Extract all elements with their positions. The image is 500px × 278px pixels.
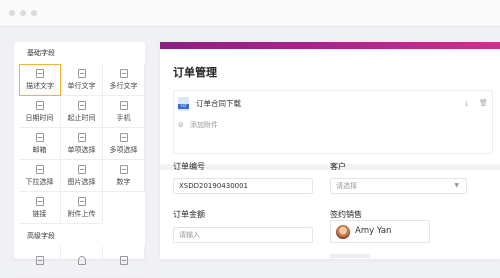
field-label: 单项选择 <box>67 145 96 154</box>
add-attachment-button[interactable]: ⊘ 添加附件 <box>178 120 218 130</box>
attachment-icon <box>77 196 86 206</box>
person-icon <box>77 255 86 265</box>
sales-label: 签约销售 <box>330 210 362 219</box>
minimize-window-button[interactable] <box>20 10 26 16</box>
field-label: 下拉选择 <box>25 177 54 186</box>
advanced-fields-title: 高级字段 <box>27 232 55 240</box>
customer-label: 客户 <box>330 162 346 171</box>
field-checkbox[interactable]: 多项选择 <box>103 128 145 160</box>
basic-fields-grid: 描述文字 单行文字 多行文字 日期时间 起止时间 手机 邮箱 单项选择 多项选择… <box>19 64 145 224</box>
field-link[interactable]: 链接 <box>19 192 61 224</box>
field-email[interactable]: 邮箱 <box>19 128 61 160</box>
field-multi-line[interactable]: 多行文字 <box>103 64 145 96</box>
checkbox-icon <box>119 132 128 142</box>
multi-line-icon <box>119 68 128 78</box>
field-label: 图片选择 <box>67 177 96 186</box>
single-line-icon <box>77 68 86 78</box>
field-label: 手机 <box>116 113 131 122</box>
field-label: 日期时间 <box>25 113 54 122</box>
field-label: 附件上传 <box>67 209 96 218</box>
text-area-icon <box>36 69 44 78</box>
attachment-file-row[interactable]: TXT 订单合同下载 ⤓ 🗑 <box>177 95 489 113</box>
window-controls <box>9 10 37 16</box>
advanced-field[interactable] <box>61 246 103 278</box>
field-attachment[interactable]: 附件上传 <box>61 192 103 224</box>
time-range-icon <box>77 100 86 110</box>
field-label: 起止时间 <box>67 113 96 122</box>
advanced-fields-grid <box>19 246 145 278</box>
customer-select[interactable]: 请选择 ▼ <box>330 178 467 194</box>
phone-icon <box>119 100 128 110</box>
accent-bar <box>160 42 500 49</box>
field-image[interactable]: 图片选择 <box>61 160 103 192</box>
attachment-box: TXT 订单合同下载 ⤓ 🗑 ⊘ 添加附件 <box>173 90 493 154</box>
form-title: 订单管理 <box>173 66 217 79</box>
chevron-down-icon: ▼ <box>454 182 459 189</box>
sales-person-name: Amy Yan <box>355 226 392 236</box>
customer-placeholder: 请选择 <box>336 182 357 190</box>
attachment-file-name[interactable]: 订单合同下载 <box>196 98 241 109</box>
field-label: 链接 <box>32 209 47 218</box>
field-label: 多行文字 <box>109 81 138 90</box>
field-radio[interactable]: 单项选择 <box>61 128 103 160</box>
txt-file-icon: TXT <box>178 97 189 111</box>
field-palette: 基础字段 描述文字 单行文字 多行文字 日期时间 起止时间 手机 邮箱 单项选择… <box>14 42 145 278</box>
contact-icon <box>119 255 128 265</box>
field-label: 描述文字 <box>26 82 54 90</box>
email-icon <box>35 132 44 142</box>
amount-label: 订单金额 <box>173 210 205 219</box>
dropdown-icon <box>35 164 44 174</box>
advanced-field[interactable] <box>19 246 61 278</box>
advanced-field[interactable] <box>103 246 145 278</box>
window-titlebar <box>0 0 500 27</box>
form-preview: 订单管理 TXT 订单合同下载 ⤓ 🗑 ⊘ 添加附件 订单编号 XSDD20190… <box>160 42 500 259</box>
close-window-button[interactable] <box>9 10 15 16</box>
field-datetime[interactable]: 日期时间 <box>19 96 61 128</box>
field-description-text[interactable]: 描述文字 <box>19 64 61 96</box>
add-attachment-label: 添加附件 <box>189 121 218 129</box>
next-field-placeholder <box>330 254 370 258</box>
delete-icon[interactable]: 🗑 <box>479 99 488 107</box>
order-no-input[interactable]: XSDD20190430001 <box>173 178 313 194</box>
field-phone[interactable]: 手机 <box>103 96 145 128</box>
field-label: 数字 <box>116 177 131 186</box>
sales-person-chip[interactable]: Amy Yan <box>330 220 430 243</box>
link-icon <box>35 196 44 206</box>
download-icon[interactable]: ⤓ <box>465 99 468 108</box>
image-icon <box>77 164 86 174</box>
datetime-icon <box>35 100 44 110</box>
field-dropdown[interactable]: 下拉选择 <box>19 160 61 192</box>
paperclip-icon: ⊘ <box>178 121 184 129</box>
field-time-range[interactable]: 起止时间 <box>61 96 103 128</box>
maximize-window-button[interactable] <box>31 10 37 16</box>
radio-icon <box>77 132 86 142</box>
number-icon <box>119 164 128 174</box>
field-label: 多项选择 <box>109 145 138 154</box>
field-number[interactable]: 数字 <box>103 160 145 192</box>
basic-fields-title: 基础字段 <box>27 49 55 57</box>
field-label: 单行文字 <box>67 81 96 90</box>
field-single-line[interactable]: 单行文字 <box>61 64 103 96</box>
file-type: TXT <box>178 104 189 109</box>
document-icon <box>35 255 44 265</box>
order-no-label: 订单编号 <box>173 162 205 171</box>
amount-input[interactable]: 请输入 <box>173 227 313 243</box>
field-label: 邮箱 <box>32 145 47 154</box>
avatar <box>336 225 350 239</box>
